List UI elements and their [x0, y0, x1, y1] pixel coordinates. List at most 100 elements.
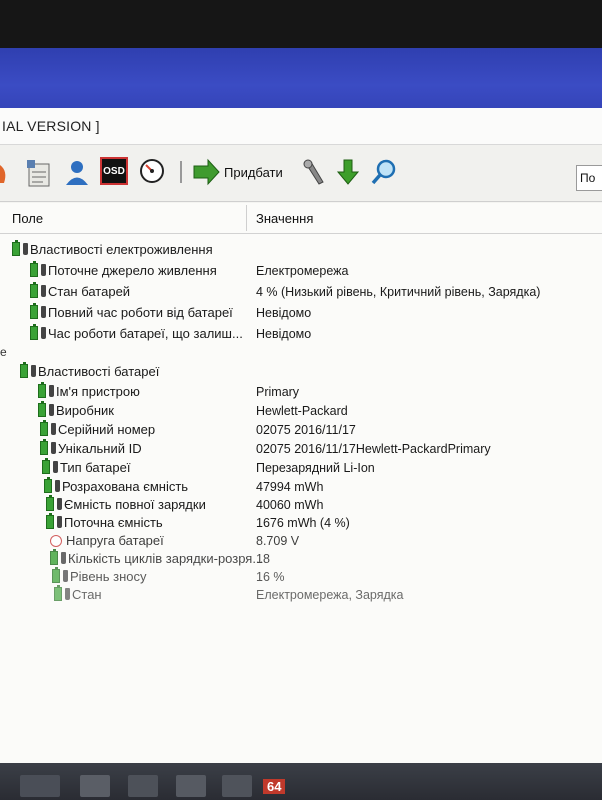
table-row[interactable]: Розрахована ємність 47994 mWh: [0, 477, 602, 496]
column-separator[interactable]: [246, 205, 247, 231]
table-row[interactable]: Ємність повної зарядки 40060 mWh: [0, 495, 602, 514]
plug-icon: [31, 365, 36, 377]
field-label: Поточне джерело живлення: [48, 263, 217, 278]
field-value: 02075 2016/11/17: [256, 423, 356, 437]
field-value: Primary: [256, 385, 300, 399]
plug-icon: [63, 570, 68, 582]
plug-icon: [41, 306, 46, 318]
monitor-bezel: [0, 0, 602, 48]
table-row[interactable]: Стан батарей 4 % (Низький рівень, Критич…: [0, 282, 602, 301]
plug-icon: [61, 552, 66, 564]
taskbar-app[interactable]: [128, 775, 158, 797]
voltage-gauge-icon: [50, 535, 62, 547]
field-value: 16 %: [256, 570, 285, 584]
buy-arrow-icon[interactable]: [192, 157, 220, 187]
field-label: Стан батарей: [48, 284, 131, 299]
plug-icon: [41, 285, 46, 297]
plug-icon: [51, 442, 56, 454]
plug-icon: [49, 385, 54, 397]
field-label: Час роботи батареї, що залиш...: [48, 326, 243, 341]
group-power[interactable]: Властивості електроживлення: [0, 240, 602, 259]
field-value: Невідомо: [256, 306, 312, 320]
field-value: Невідомо: [256, 327, 312, 341]
battery-icon: [52, 567, 60, 583]
table-row[interactable]: Повний час роботи від батареї Невідомо: [0, 303, 602, 322]
column-value[interactable]: Значення: [256, 211, 313, 226]
title-bar: IAL VERSION ]: [0, 108, 602, 145]
field-label: Стан: [72, 587, 102, 602]
table-row[interactable]: Стан Електромережа, Зарядка: [0, 585, 602, 604]
field-label: Унікальний ID: [58, 441, 142, 456]
table-row[interactable]: Напруга батареї 8.709 V: [0, 532, 602, 550]
taskbar-app[interactable]: [222, 775, 252, 797]
battery-icon: [20, 362, 28, 378]
toolbar-divider: [180, 161, 182, 183]
battery-icon: [40, 439, 48, 455]
column-header: Поле Значення: [0, 203, 602, 234]
report-icon[interactable]: [22, 157, 54, 189]
table-row[interactable]: Ім'я пристрою Primary: [0, 382, 602, 401]
plug-icon: [57, 498, 62, 510]
field-label: Напруга батареї: [66, 533, 164, 548]
battery-icon: [46, 495, 54, 511]
field-value: Hewlett-Packard: [256, 404, 348, 418]
osd-icon[interactable]: OSD: [100, 157, 128, 185]
plug-icon: [57, 516, 62, 528]
field-label: Тип батареї: [60, 460, 131, 475]
battery-icon: [40, 420, 48, 436]
battery-icon: [30, 324, 38, 340]
battery-icon: [12, 240, 20, 256]
field-label: Виробник: [56, 403, 114, 418]
flame-icon[interactable]: [0, 159, 10, 185]
group-battery[interactable]: Властивості батареї: [0, 362, 602, 381]
taskbar-app[interactable]: [80, 775, 110, 797]
aida-window: IAL VERSION ] OSD Придбати По Поле Значе…: [0, 108, 602, 763]
battery-icon: [42, 458, 50, 474]
search-icon[interactable]: [370, 157, 398, 187]
search-input[interactable]: По: [576, 165, 602, 191]
buy-button[interactable]: Придбати: [224, 165, 283, 180]
field-value: Електромережа: [256, 264, 349, 278]
aida64-taskbar-icon[interactable]: 64: [263, 779, 286, 794]
table-row[interactable]: Виробник Hewlett-Packard: [0, 401, 602, 420]
table-row[interactable]: Поточна ємність 1676 mWh (4 %): [0, 513, 602, 532]
taskbar-app[interactable]: [176, 775, 206, 797]
battery-icon: [54, 585, 62, 601]
battery-icon: [38, 382, 46, 398]
taskbar-app[interactable]: [20, 775, 60, 797]
user-icon[interactable]: [62, 157, 92, 187]
group-label: Властивості батареї: [38, 364, 160, 379]
field-value: 18: [256, 552, 270, 566]
table-row[interactable]: Тип батареї Перезарядний Li-Ion: [0, 458, 602, 477]
table-row[interactable]: Унікальний ID 02075 2016/11/17Hewlett-Pa…: [0, 439, 602, 458]
field-value: Електромережа, Зарядка: [256, 588, 404, 602]
plug-icon: [41, 327, 46, 339]
speedometer-icon[interactable]: [138, 157, 166, 185]
field-value: 40060 mWh: [256, 498, 324, 512]
column-field[interactable]: Поле: [12, 211, 43, 226]
field-label: Розрахована ємність: [62, 479, 189, 494]
battery-icon: [44, 477, 52, 493]
toolbar: OSD Придбати По: [0, 145, 602, 202]
battery-icon: [50, 549, 58, 565]
field-value: 4 % (Низький рівень, Критичний рівень, З…: [256, 285, 541, 299]
table-row[interactable]: Кількість циклів зарядки-розря... 18: [0, 549, 602, 568]
plug-icon: [53, 461, 58, 473]
data-panel: Поле Значення Властивості електроживленн…: [0, 203, 602, 763]
plug-icon: [23, 243, 28, 255]
plug-icon: [65, 588, 70, 600]
table-row[interactable]: Поточне джерело живлення Електромережа: [0, 261, 602, 280]
plug-icon: [49, 404, 54, 416]
field-label: Ємність повної зарядки: [64, 497, 206, 512]
field-label: Повний час роботи від батареї: [48, 305, 233, 320]
collapse-marker: e: [0, 345, 7, 359]
table-row[interactable]: Час роботи батареї, що залиш... Невідомо: [0, 324, 602, 343]
field-value: 1676 mWh (4 %): [256, 516, 350, 530]
table-row[interactable]: Рівень зносу 16 %: [0, 567, 602, 586]
field-value: 8.709 V: [256, 534, 300, 548]
table-row[interactable]: Серійний номер 02075 2016/11/17: [0, 420, 602, 439]
field-label: Ім'я пристрою: [56, 384, 140, 399]
group-label: Властивості електроживлення: [30, 242, 213, 257]
download-arrow-icon[interactable]: [335, 157, 361, 187]
tools-icon[interactable]: [300, 157, 328, 187]
